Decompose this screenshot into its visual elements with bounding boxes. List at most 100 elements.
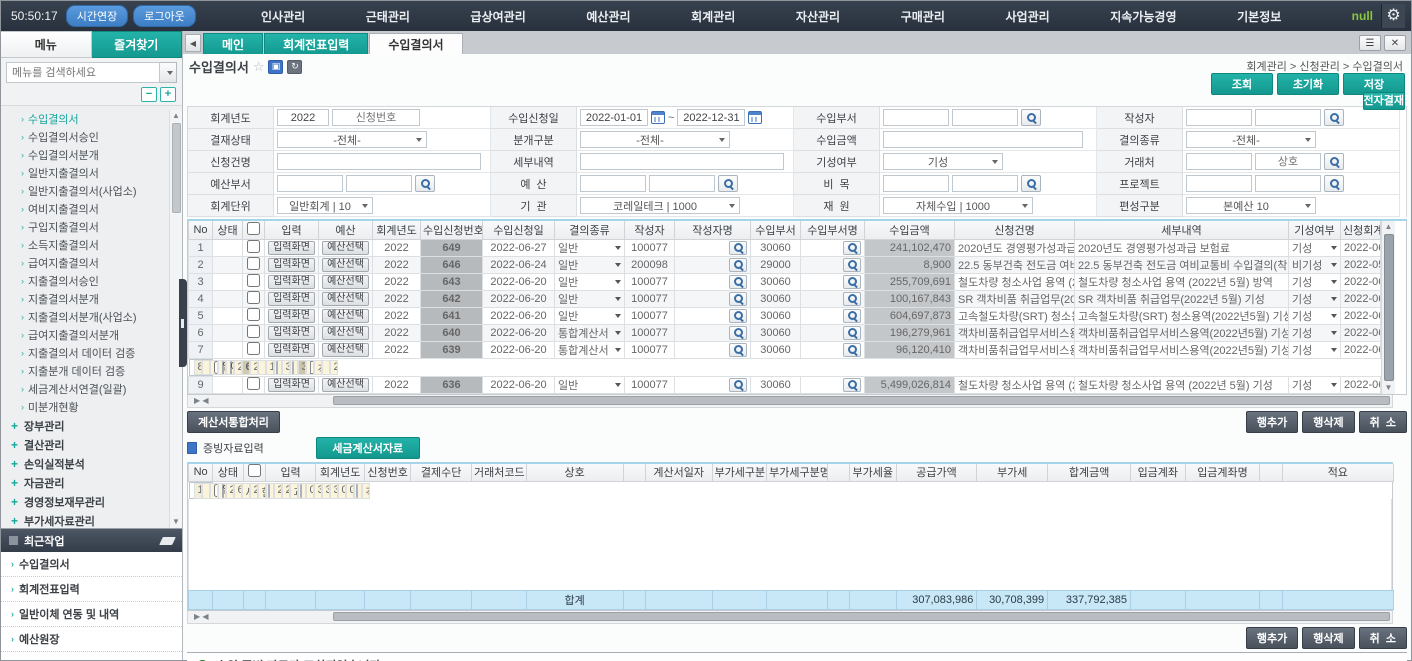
row-checkbox[interactable]: [248, 464, 261, 477]
dropdown-cell[interactable]: 통합계산서: [558, 325, 621, 341]
search-icon[interactable]: [729, 241, 747, 255]
search-icon[interactable]: [729, 378, 747, 392]
scrollbar-thumb[interactable]: [333, 396, 1390, 405]
topbar-menu[interactable]: 사업관리: [1005, 8, 1049, 25]
input-screen-button[interactable]: 입력화면: [268, 378, 315, 392]
search-icon[interactable]: [1021, 109, 1041, 126]
budget-select-button[interactable]: 예산선택: [322, 292, 369, 306]
row-checkbox[interactable]: [247, 222, 260, 235]
budget-select-button[interactable]: 예산선택: [322, 241, 369, 255]
calendar-icon[interactable]: [748, 111, 762, 124]
search-icon[interactable]: [843, 343, 861, 357]
sidebar-item[interactable]: ›미분개현황: [1, 398, 182, 416]
request-title-input[interactable]: [277, 153, 481, 170]
sidebar-item[interactable]: ›급여지출결의서분개: [1, 326, 182, 344]
delete-row-button[interactable]: 행삭제: [1302, 627, 1354, 649]
sidebar-item[interactable]: ›지출결의서분개(사업소): [1, 308, 182, 326]
sidebar-group[interactable]: +손익실적분석: [1, 454, 182, 473]
project-code-input[interactable]: [1186, 175, 1252, 192]
document-tab[interactable]: 회계전표입력: [264, 33, 368, 54]
topbar-menu[interactable]: 지속가능경영: [1110, 8, 1176, 25]
dropdown-cell[interactable]: 기성: [1292, 274, 1337, 290]
topbar-menu[interactable]: 기본정보: [1237, 8, 1281, 25]
input-screen-button[interactable]: 입력화면: [268, 258, 315, 272]
budget-name-input[interactable]: [649, 175, 715, 192]
table-row[interactable]: 6 입력화면 예산선택 20226402022-06-20 통합계산서10007…: [189, 324, 1381, 341]
expense-item-code-input[interactable]: [883, 175, 949, 192]
income-dept-name-input[interactable]: [952, 109, 1018, 126]
vendor-code-input[interactable]: [1186, 153, 1252, 170]
budget-select-button[interactable]: 예산선택: [322, 378, 369, 392]
journal-type-select[interactable]: -전체-: [580, 131, 730, 148]
budget-select-button[interactable]: 예산선택: [322, 258, 369, 272]
search-icon[interactable]: [729, 326, 747, 340]
row-checkbox[interactable]: [247, 325, 260, 338]
refresh-icon[interactable]: ↻: [287, 60, 302, 74]
dropdown-cell[interactable]: 기성: [1292, 377, 1337, 393]
window-menu-button[interactable]: ☰: [1359, 35, 1381, 51]
row-checkbox[interactable]: [247, 308, 260, 321]
topbar-menu[interactable]: 급상여관리: [471, 8, 526, 25]
vendor-name-input[interactable]: [1255, 153, 1321, 170]
writer-code-input[interactable]: [1186, 109, 1252, 126]
search-icon[interactable]: [729, 275, 747, 289]
document-tab[interactable]: 메인: [203, 33, 263, 54]
topbar-menu[interactable]: 근태관리: [366, 8, 410, 25]
table-row[interactable]: 7 입력화면 예산선택 20226392022-06-20 통합계산서10007…: [189, 341, 1381, 358]
recent-work-item[interactable]: ›일반이체 연동 및 내역: [1, 602, 182, 627]
sidebar-item[interactable]: ›수입결의서: [1, 110, 182, 128]
delete-row-button[interactable]: 행삭제: [1302, 411, 1354, 433]
cancel-button[interactable]: 취 소: [1359, 411, 1407, 433]
input-screen-button[interactable]: 입력화면: [268, 241, 315, 255]
search-icon[interactable]: [268, 484, 270, 498]
search-icon[interactable]: [356, 484, 358, 498]
sidebar-group[interactable]: +결산관리: [1, 435, 182, 454]
dropdown-cell[interactable]: 비기성: [1292, 257, 1337, 273]
project-name-input[interactable]: [1255, 175, 1321, 192]
search-icon[interactable]: [843, 378, 861, 392]
table-row[interactable]: 3 입력화면 예산선택 20226432022-06-20 일반10007730…: [189, 273, 1381, 290]
search-icon[interactable]: [843, 241, 861, 255]
scroll-up-icon[interactable]: ▲: [172, 110, 180, 122]
detail-desc-input[interactable]: [580, 153, 784, 170]
search-icon[interactable]: [1324, 153, 1344, 170]
row-checkbox[interactable]: [247, 342, 260, 355]
menu-search-input[interactable]: [6, 62, 160, 83]
income-amount-input[interactable]: [883, 131, 1083, 148]
search-icon[interactable]: [1324, 175, 1344, 192]
dropdown-cell[interactable]: 기성: [1292, 308, 1337, 324]
income-dept-code-input[interactable]: [883, 109, 949, 126]
table-row[interactable]: 8 입력화면 예산선택 20226382022-06-20 통합계산서10007…: [189, 359, 213, 376]
search-icon[interactable]: [843, 275, 861, 289]
dropdown-cell[interactable]: 일반: [558, 274, 621, 290]
dropdown-cell[interactable]: 일반: [558, 291, 621, 307]
writer-name-input[interactable]: [1255, 109, 1321, 126]
search-icon[interactable]: [292, 361, 294, 375]
search-icon[interactable]: [729, 258, 747, 272]
sidebar-item[interactable]: ›수입결의서승인: [1, 128, 182, 146]
topbar-menu[interactable]: 구매관리: [901, 8, 945, 25]
recent-work-item[interactable]: ›수입결의서: [1, 552, 182, 577]
input-screen-button[interactable]: 입력화면: [222, 484, 224, 498]
row-checkbox[interactable]: [247, 274, 260, 287]
tax-invoice-data-button[interactable]: 세금계산서자료: [316, 437, 420, 459]
budget-category-select[interactable]: 본예산 10: [1186, 197, 1316, 214]
table-row[interactable]: 5 입력화면 예산선택 20226412022-06-20 일반10007730…: [189, 307, 1381, 324]
table-row[interactable]: 2 입력화면 예산선택 20226462022-06-24 일반20009829…: [189, 256, 1381, 273]
budget-select-button[interactable]: 예산선택: [322, 275, 369, 289]
sidebar-item[interactable]: ›구입지출결의서: [1, 218, 182, 236]
electronic-approval-button[interactable]: 전자결재: [1363, 92, 1405, 110]
sidebar-item[interactable]: ›지출분개 데이터 검증: [1, 362, 182, 380]
scroll-up-icon[interactable]: ▲: [1385, 221, 1393, 233]
search-icon[interactable]: [729, 292, 747, 306]
dropdown-cell[interactable]: 일반: [558, 240, 621, 256]
date-to-input[interactable]: [677, 109, 745, 126]
table-row[interactable]: 4 입력화면 예산선택 20226422022-06-20 일반10007730…: [189, 290, 1381, 307]
horizontal-scrollbar[interactable]: ▶ ◀: [187, 611, 1393, 624]
document-tab[interactable]: 수입결의서: [369, 33, 462, 54]
expand-all-button[interactable]: +: [160, 87, 176, 102]
sidebar-item[interactable]: ›지출결의서 데이터 검증: [1, 344, 182, 362]
input-screen-button[interactable]: 입력화면: [268, 326, 315, 340]
vertical-scrollbar[interactable]: ▲ ▼: [1381, 221, 1395, 394]
search-icon[interactable]: [729, 309, 747, 323]
